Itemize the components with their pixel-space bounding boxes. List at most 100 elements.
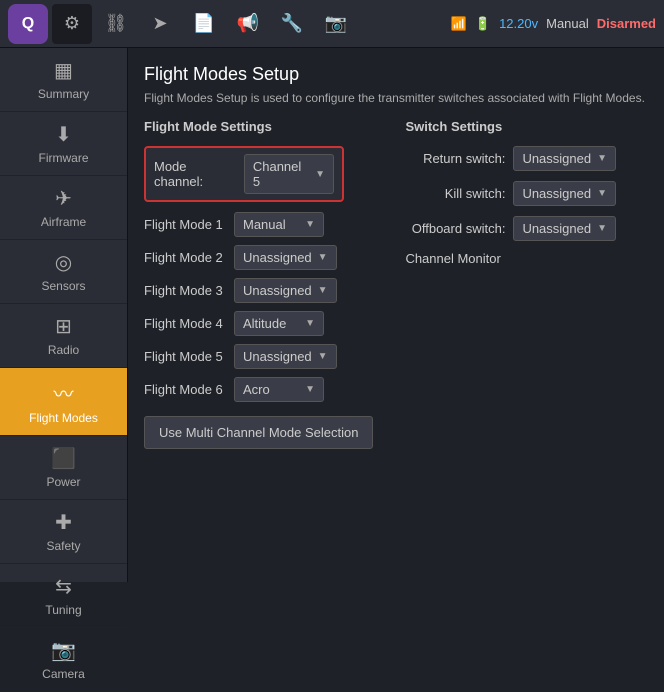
mode-channel-row: Mode channel: Channel 5 ▼ [144, 146, 344, 202]
flight-mode-3-dropdown[interactable]: Unassigned ▼ [234, 278, 337, 303]
main-layout: ▦ Summary ⬇ Firmware ✈ Airframe ◎ Sensor… [0, 48, 664, 582]
safety-icon: ✚ [55, 510, 72, 535]
multi-channel-button[interactable]: Use Multi Channel Mode Selection [144, 416, 373, 449]
sidebar-label-tuning: Tuning [45, 603, 81, 617]
offboard-switch-row: Offboard switch: Unassigned ▼ [405, 216, 616, 241]
flight-mode-6-row: Flight Mode 6 Acro ▼ [144, 377, 373, 402]
sidebar-label-firmware: Firmware [39, 151, 89, 165]
mode-channel-dropdown[interactable]: Channel 5 ▼ [244, 154, 334, 194]
flight-mode-2-row: Flight Mode 2 Unassigned ▼ [144, 245, 373, 270]
gear-icon[interactable]: ⚙ [52, 4, 92, 44]
flight-mode-3-value: Unassigned [243, 283, 312, 298]
kill-switch-row: Kill switch: Unassigned ▼ [405, 181, 616, 206]
toolbar: Q ⚙ ⛓ ➤ 📄 📢 🔧 📷 📶 🔋 12.20v Manual Disarm… [0, 0, 664, 48]
sidebar-label-power: Power [46, 475, 80, 489]
fm1-arrow: ▼ [305, 219, 315, 230]
return-switch-dropdown[interactable]: Unassigned ▼ [513, 146, 616, 171]
wrench-icon[interactable]: 🔧 [272, 4, 312, 44]
power-icon: ⬛ [51, 446, 76, 471]
arm-status-display: Disarmed [597, 16, 656, 31]
flight-mode-5-row: Flight Mode 5 Unassigned ▼ [144, 344, 373, 369]
mode-channel-value: Channel 5 [253, 159, 309, 189]
fm4-arrow: ▼ [305, 318, 315, 329]
fm2-arrow: ▼ [318, 252, 328, 263]
mode-channel-arrow: ▼ [315, 169, 325, 180]
sidebar-label-camera: Camera [42, 667, 85, 681]
flight-mode-1-dropdown[interactable]: Manual ▼ [234, 212, 324, 237]
tuning-icon: ⇆ [55, 574, 72, 599]
kill-switch-dropdown[interactable]: Unassigned ▼ [513, 181, 616, 206]
switch-settings-header: Switch Settings [405, 119, 616, 134]
kill-switch-label: Kill switch: [405, 186, 505, 201]
sidebar-item-radio[interactable]: ⊞ Radio [0, 304, 127, 368]
speaker-icon[interactable]: 📢 [228, 4, 268, 44]
sidebar-item-power[interactable]: ⬛ Power [0, 436, 127, 500]
flight-mode-6-dropdown[interactable]: Acro ▼ [234, 377, 324, 402]
node-icon[interactable]: ⛓ [96, 4, 136, 44]
sidebar-item-sensors[interactable]: ◎ Sensors [0, 240, 127, 304]
sidebar-item-airframe[interactable]: ✈ Airframe [0, 176, 127, 240]
offboard-switch-arrow: ▼ [597, 223, 607, 234]
fm6-arrow: ▼ [305, 384, 315, 395]
bottom-button-row: Use Multi Channel Mode Selection [144, 416, 373, 449]
flight-mode-settings-header: Flight Mode Settings [144, 119, 373, 134]
sidebar-item-summary[interactable]: ▦ Summary [0, 48, 127, 112]
fm5-arrow: ▼ [318, 351, 328, 362]
sidebar-label-airframe: Airframe [41, 215, 86, 229]
kill-switch-value: Unassigned [522, 186, 591, 201]
flight-mode-4-dropdown[interactable]: Altitude ▼ [234, 311, 324, 336]
flight-mode-2-dropdown[interactable]: Unassigned ▼ [234, 245, 337, 270]
flight-mode-2-value: Unassigned [243, 250, 312, 265]
sidebar-item-tuning[interactable]: ⇆ Tuning [0, 564, 127, 628]
settings-columns: Flight Mode Settings Mode channel: Chann… [144, 119, 648, 449]
return-switch-arrow: ▼ [597, 153, 607, 164]
channel-monitor-label: Channel Monitor [405, 251, 616, 266]
return-switch-row: Return switch: Unassigned ▼ [405, 146, 616, 171]
voltage-display: 12.20v [499, 16, 538, 31]
offboard-switch-label: Offboard switch: [405, 221, 505, 236]
camera-icon: 📷 [51, 638, 76, 663]
flight-mode-5-value: Unassigned [243, 349, 312, 364]
flight-mode-5-label: Flight Mode 5 [144, 349, 234, 364]
cam-icon[interactable]: 📷 [316, 4, 356, 44]
flight-mode-2-label: Flight Mode 2 [144, 250, 234, 265]
send-icon[interactable]: ➤ [140, 4, 180, 44]
switch-settings-col: Switch Settings Return switch: Unassigne… [405, 119, 616, 449]
flight-mode-3-row: Flight Mode 3 Unassigned ▼ [144, 278, 373, 303]
page-description: Flight Modes Setup is used to configure … [144, 91, 648, 105]
return-switch-value: Unassigned [522, 151, 591, 166]
airframe-icon: ✈ [55, 186, 72, 211]
sidebar: ▦ Summary ⬇ Firmware ✈ Airframe ◎ Sensor… [0, 48, 128, 582]
sidebar-label-summary: Summary [38, 87, 89, 101]
flight-mode-6-value: Acro [243, 382, 270, 397]
firmware-icon: ⬇ [55, 122, 72, 147]
return-switch-label: Return switch: [405, 151, 505, 166]
flight-mode-1-label: Flight Mode 1 [144, 217, 234, 232]
sidebar-label-flight-modes: Flight Modes [29, 411, 98, 425]
sidebar-item-flight-modes[interactable]: 〰 Flight Modes [0, 368, 127, 436]
sidebar-label-sensors: Sensors [41, 279, 85, 293]
flight-mode-4-row: Flight Mode 4 Altitude ▼ [144, 311, 373, 336]
content-area: Flight Modes Setup Flight Modes Setup is… [128, 48, 664, 582]
mode-channel-label: Mode channel: [154, 159, 236, 189]
mode-display: Manual [546, 16, 589, 31]
sidebar-item-firmware[interactable]: ⬇ Firmware [0, 112, 127, 176]
sidebar-item-camera[interactable]: 📷 Camera [0, 628, 127, 692]
sidebar-label-radio: Radio [48, 343, 79, 357]
flight-mode-5-dropdown[interactable]: Unassigned ▼ [234, 344, 337, 369]
flight-mode-6-label: Flight Mode 6 [144, 382, 234, 397]
doc-icon[interactable]: 📄 [184, 4, 224, 44]
fm3-arrow: ▼ [318, 285, 328, 296]
offboard-switch-dropdown[interactable]: Unassigned ▼ [513, 216, 616, 241]
flight-modes-icon: 〰 [54, 378, 74, 407]
flight-mode-1-row: Flight Mode 1 Manual ▼ [144, 212, 373, 237]
page-title: Flight Modes Setup [144, 64, 648, 85]
sidebar-item-safety[interactable]: ✚ Safety [0, 500, 127, 564]
summary-icon: ▦ [54, 58, 73, 83]
flight-mode-settings-col: Flight Mode Settings Mode channel: Chann… [144, 119, 373, 449]
flight-mode-3-label: Flight Mode 3 [144, 283, 234, 298]
signal-icon: 📶 [451, 16, 467, 32]
logo-icon[interactable]: Q [8, 4, 48, 44]
offboard-switch-value: Unassigned [522, 221, 591, 236]
sensors-icon: ◎ [55, 250, 72, 275]
